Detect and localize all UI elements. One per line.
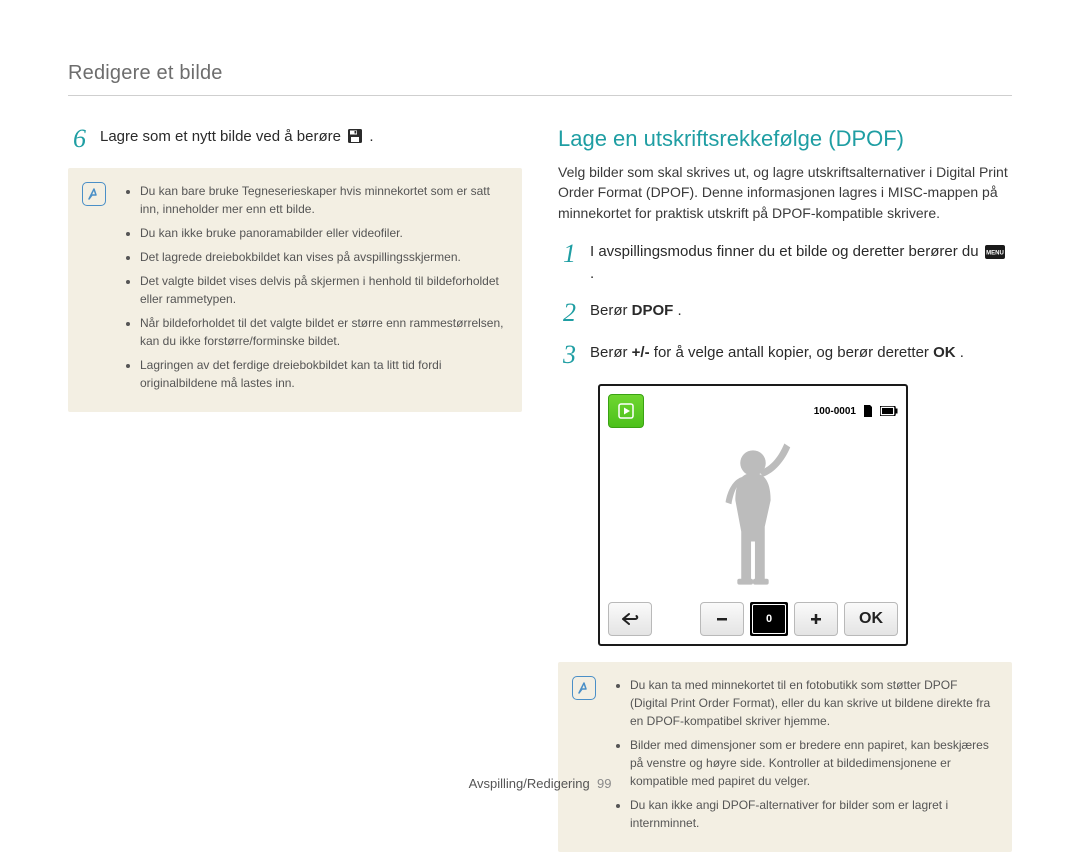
- svg-text:MENU: MENU: [986, 250, 1004, 256]
- step-body: Lagre som et nytt bilde ved å berøre .: [100, 126, 373, 152]
- back-button[interactable]: [608, 602, 652, 636]
- note-icon: [82, 182, 106, 206]
- step-body: Berør +/- for å velge antall kopier, og …: [590, 342, 964, 368]
- step-text-before: Lagre som et nytt bilde ved å berøre: [100, 128, 345, 145]
- note-icon: [572, 676, 596, 700]
- right-column: Lage en utskriftsrekkefølge (DPOF) Velg …: [558, 126, 1012, 852]
- step-number: 6: [68, 126, 86, 152]
- back-arrow-icon: [621, 612, 639, 626]
- save-diskette-icon: [347, 128, 363, 144]
- boy-silhouette: [606, 432, 900, 598]
- step-3: 3 Berør +/- for å velge antall kopier, o…: [558, 342, 1012, 368]
- page-footer: Avspilling/Redigering 99: [0, 776, 1080, 791]
- note-item: Det valgte bildet vises delvis på skjerm…: [140, 272, 504, 308]
- step-6: 6 Lagre som et nytt bilde ved å berøre .: [68, 126, 522, 152]
- step-text-before: Berør: [590, 302, 632, 319]
- screen-status: 100-0001: [814, 405, 898, 417]
- step-text-after: .: [369, 128, 373, 145]
- note-item: Det lagrede dreiebokbildet kan vises på …: [140, 248, 504, 266]
- note-item: Lagringen av det ferdige dreiebokbildet …: [140, 356, 504, 392]
- left-column: 6 Lagre som et nytt bilde ved å berøre .: [68, 126, 522, 852]
- page-title: Redigere et bilde: [68, 62, 1012, 96]
- note-box-right: Du kan ta med minnekortet til en fotobut…: [558, 662, 1012, 852]
- step-text-after: .: [960, 344, 964, 361]
- screen-display: [606, 432, 900, 598]
- step-text-before: Berør: [590, 344, 632, 361]
- manual-page: Redigere et bilde 6 Lagre som et nytt bi…: [0, 0, 1080, 815]
- step-text-mid: for å velge antall kopier, og berør dere…: [654, 344, 933, 361]
- step-text-after: .: [590, 265, 594, 282]
- screen-top-row: 100-0001: [606, 392, 900, 430]
- step-body: I avspillingsmodus finner du et bilde og…: [590, 241, 1012, 285]
- step-bold: DPOF: [632, 302, 674, 319]
- step-number: 2: [558, 300, 576, 326]
- note-list: Du kan ta med minnekortet til en fotobut…: [614, 676, 994, 832]
- copies-counter: 0: [750, 602, 788, 636]
- step-text-after: .: [678, 302, 682, 319]
- note-item: Når bildeforholdet til det valgte bildet…: [140, 314, 504, 350]
- section-intro: Velg bilder som skal skrives ut, og lagr…: [558, 162, 1012, 223]
- footer-page: 99: [597, 776, 611, 791]
- step-text-before: I avspillingsmodus finner du et bilde og…: [590, 243, 983, 260]
- play-icon: [618, 403, 634, 419]
- note-list: Du kan bare bruke Tegneserieskaper hvis …: [124, 182, 504, 392]
- footer-section: Avspilling/Redigering: [469, 776, 590, 791]
- decrease-button[interactable]: [700, 602, 744, 636]
- section-title: Lage en utskriftsrekkefølge (DPOF): [558, 126, 1012, 152]
- playback-mode-button[interactable]: [608, 394, 644, 428]
- step-1: 1 I avspillingsmodus finner du et bilde …: [558, 241, 1012, 285]
- memory-card-icon: [862, 405, 874, 417]
- battery-icon: [880, 406, 898, 416]
- two-column-layout: 6 Lagre som et nytt bilde ved å berøre .: [68, 126, 1012, 852]
- menu-icon: MENU: [985, 245, 1005, 259]
- minus-icon: [715, 612, 729, 626]
- step-2: 2 Berør DPOF .: [558, 300, 1012, 326]
- ok-button-label: OK: [859, 610, 883, 628]
- note-item: Du kan bare bruke Tegneserieskaper hvis …: [140, 182, 504, 218]
- note-box-left: Du kan bare bruke Tegneserieskaper hvis …: [68, 168, 522, 412]
- step-bold: +/-: [632, 344, 650, 361]
- increase-button[interactable]: [794, 602, 838, 636]
- screen-bottom-row: 0 OK: [606, 600, 900, 638]
- file-number-label: 100-0001: [814, 406, 856, 417]
- ok-label-inline: OK: [933, 344, 956, 361]
- copies-value: 0: [766, 613, 772, 625]
- step-number: 1: [558, 241, 576, 285]
- step-number: 3: [558, 342, 576, 368]
- note-item: Du kan ikke angi DPOF-alternativer for b…: [630, 796, 994, 832]
- plus-icon: [809, 612, 823, 626]
- ok-button[interactable]: OK: [844, 602, 898, 636]
- note-item: Du kan ta med minnekortet til en fotobut…: [630, 676, 994, 730]
- step-body: Berør DPOF .: [590, 300, 682, 326]
- note-item: Du kan ikke bruke panoramabilder eller v…: [140, 224, 504, 242]
- camera-screen-mock: 100-0001: [598, 384, 908, 646]
